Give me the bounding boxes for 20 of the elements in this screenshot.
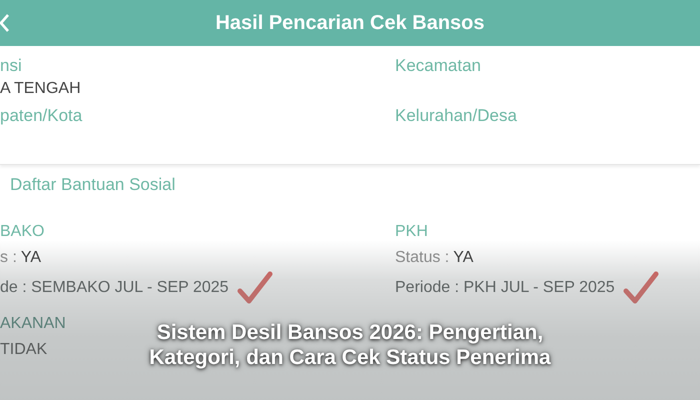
field-value: A TENGAH bbox=[0, 79, 82, 99]
field-label: paten/Kota bbox=[0, 105, 84, 127]
status-value: YA bbox=[20, 248, 42, 268]
headline-caption: Kategori, dan Cara Cek Status Penerima bbox=[149, 345, 551, 370]
status-value: YA bbox=[453, 248, 474, 268]
back-icon[interactable] bbox=[0, 13, 10, 33]
aid-name: AKANAN bbox=[0, 314, 66, 334]
status-value: TIDAK bbox=[0, 340, 48, 360]
field-label: Kelurahan/Desa bbox=[395, 105, 518, 127]
status-label: s : bbox=[0, 248, 17, 268]
aid-name: PKH bbox=[395, 222, 428, 242]
status-label: Status : bbox=[395, 248, 450, 268]
period-text: Periode : PKH JUL - SEP 2025 bbox=[395, 278, 615, 298]
page-title: Hasil Pencarian Cek Bansos bbox=[215, 12, 484, 34]
field-label: Kecamatan bbox=[395, 55, 482, 77]
field-label: nsi bbox=[0, 55, 23, 77]
period-text: de : SEMBAKO JUL - SEP 2025 bbox=[0, 278, 229, 298]
headline-caption: Sistem Desil Bansos 2026: Pengertian, bbox=[156, 320, 544, 345]
aid-name: BAKO bbox=[0, 222, 44, 242]
section-title: Daftar Bantuan Sosial bbox=[10, 174, 176, 196]
